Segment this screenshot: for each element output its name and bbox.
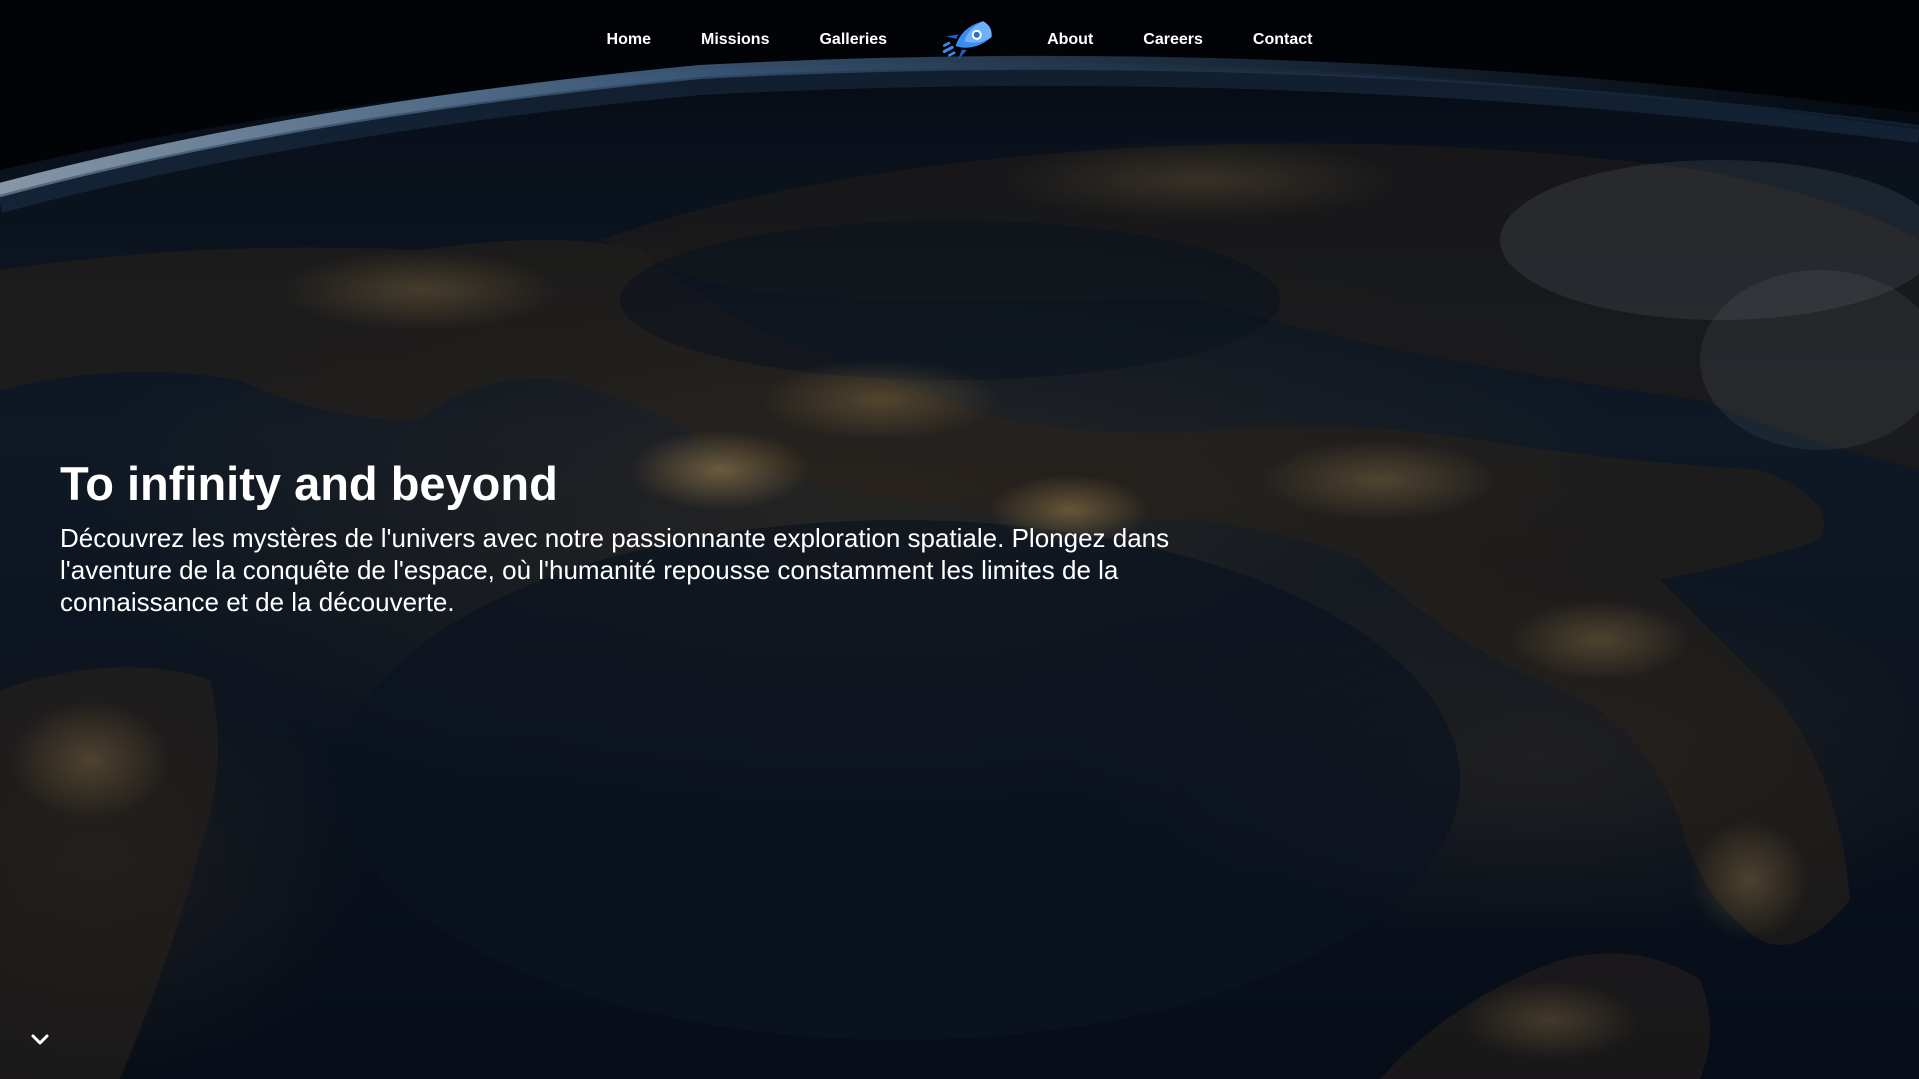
nav-galleries[interactable]: Galleries [794,31,912,49]
nav-careers[interactable]: Careers [1118,31,1228,49]
nav-contact[interactable]: Contact [1228,31,1338,49]
nav-about[interactable]: About [1022,31,1118,49]
nav-home[interactable]: Home [582,31,676,49]
hero-description: Découvrez les mystères de l'univers avec… [60,522,1170,617]
hero-section: Home Missions Galleries About Careers Co… [0,0,1919,1079]
hero-content: To infinity and beyond Découvrez les mys… [60,458,1220,618]
main-nav: Home Missions Galleries About Careers Co… [0,0,1919,80]
rocket-icon[interactable] [934,15,1000,65]
chevron-down-icon[interactable] [28,1028,52,1052]
nav-missions[interactable]: Missions [676,31,794,49]
hero-title: To infinity and beyond [60,457,558,510]
